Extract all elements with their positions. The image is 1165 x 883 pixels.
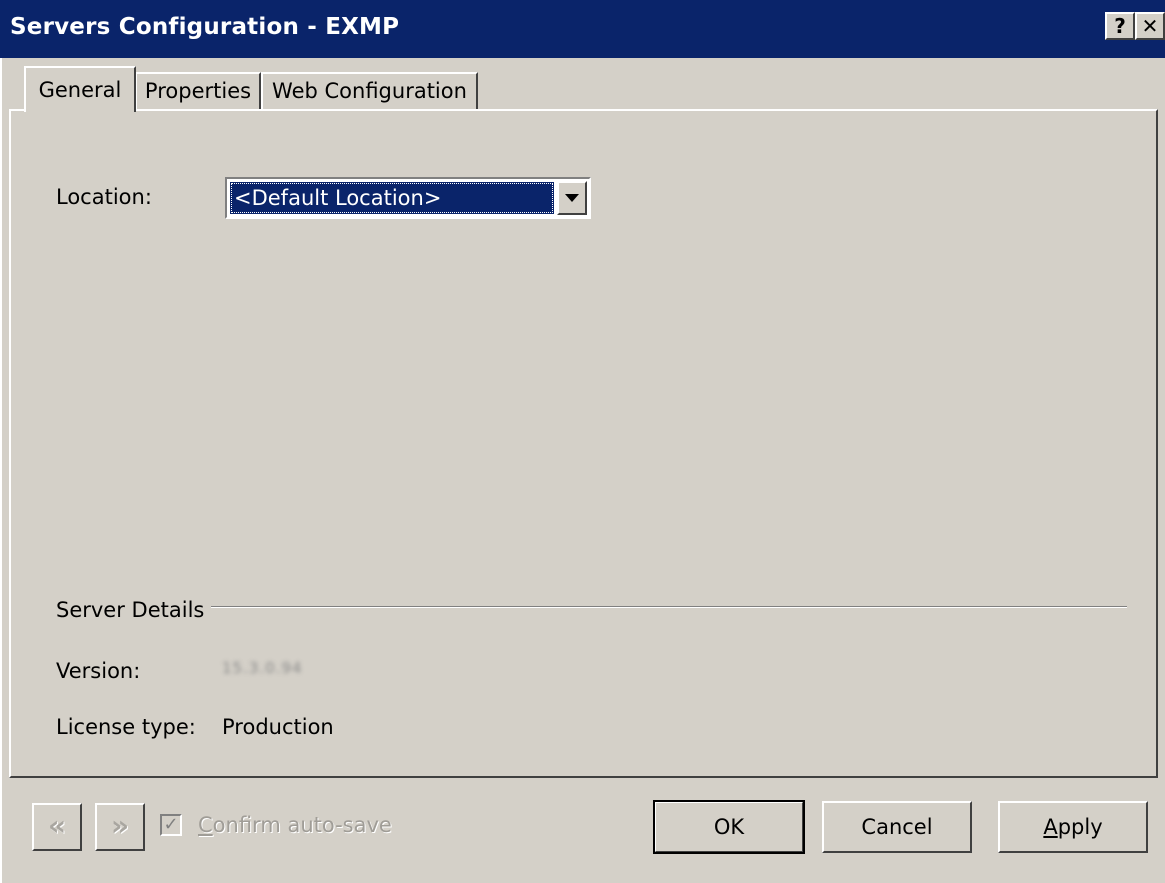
tab-general[interactable]: General [24,66,136,112]
tab-properties-label: Properties [144,79,252,103]
section-divider [211,606,1127,608]
tab-general-label: General [38,78,122,102]
ok-button[interactable]: OK [653,800,805,854]
confirm-auto-save-accel: C [198,813,213,837]
ok-button-label: OK [713,815,745,839]
dropdown-button[interactable] [557,181,587,215]
location-dropdown[interactable]: <Default Location> [225,177,591,219]
tab-properties[interactable]: Properties [135,72,261,110]
double-chevron-left-icon: « [47,809,67,842]
location-dropdown-value[interactable]: <Default Location> [230,182,554,214]
version-label: Version: [56,659,141,683]
confirm-auto-save-label: Confirm auto-save [198,813,392,837]
confirm-auto-save-checkbox[interactable]: ✓ [160,814,182,836]
window-title: Servers Configuration - EXMP [10,14,400,40]
apply-button-accel: A [1043,815,1058,839]
close-icon: ✕ [1141,14,1159,38]
previous-button[interactable]: « [32,803,82,851]
apply-button-text: pply [1057,815,1103,839]
chevron-down-icon [565,194,579,202]
close-button[interactable]: ✕ [1135,12,1165,40]
help-button[interactable]: ? [1105,12,1135,40]
version-value: 15.3.0.94 [222,659,303,677]
help-icon: ? [1114,14,1126,38]
license-type-value: Production [222,715,334,739]
cancel-button[interactable]: Cancel [822,801,972,853]
server-details-heading: Server Details [56,598,205,622]
title-bar: Servers Configuration - EXMP ? ✕ [0,0,1165,58]
double-chevron-right-icon: » [110,809,130,842]
confirm-auto-save-text: onfirm auto-save [212,813,392,837]
tab-web-configuration[interactable]: Web Configuration [261,72,478,110]
apply-button[interactable]: Apply [998,801,1148,853]
checkmark-icon: ✓ [163,814,179,835]
tab-web-configuration-label: Web Configuration [272,79,467,103]
location-label: Location: [56,185,152,209]
license-type-label: License type: [56,715,196,739]
cancel-button-label: Cancel [861,815,933,839]
next-button[interactable]: » [95,803,145,851]
